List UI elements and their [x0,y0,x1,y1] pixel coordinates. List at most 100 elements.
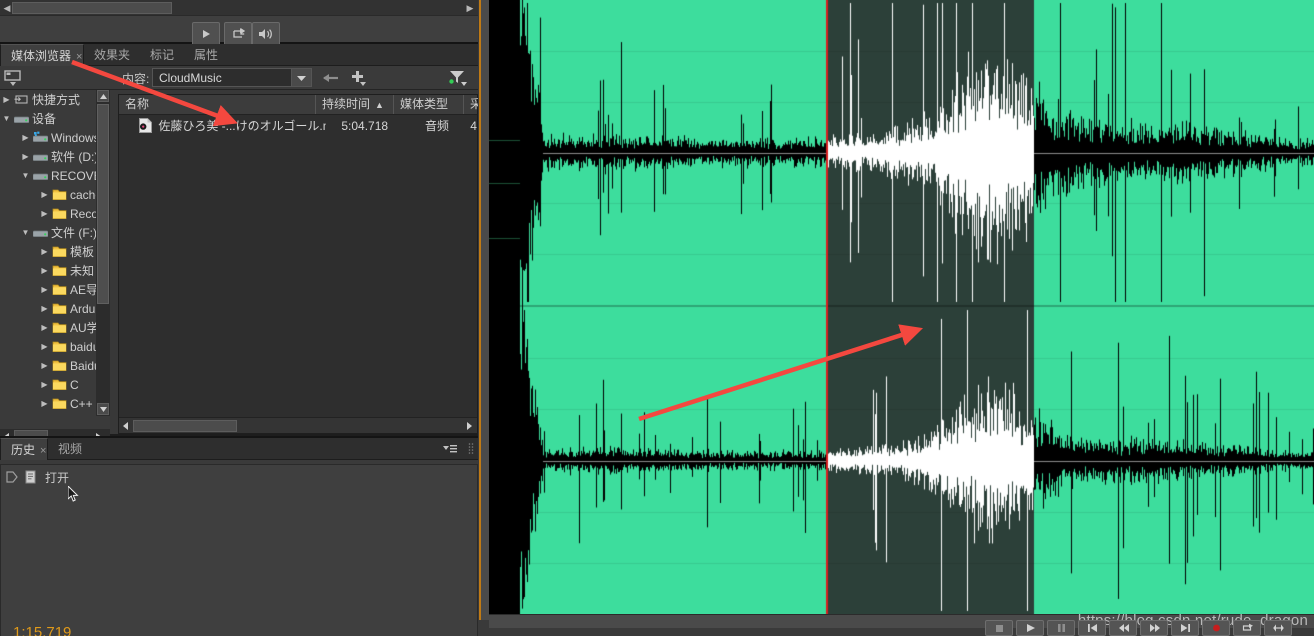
tab-0[interactable]: 媒体浏览器 × [0,44,84,66]
twisty-collapsed-icon[interactable]: ▶ [38,394,51,413]
view-mode-icon[interactable] [4,69,26,87]
table-row[interactable]: 佐藤ひろ美 -...けのオルゴール.mp3 5:04.718 音频 4 [119,116,477,135]
waveform-canvas[interactable] [489,0,1314,614]
history-state-icon [3,471,21,483]
file-list-horizontal-scrollbar[interactable] [119,417,477,433]
tree-item-10[interactable]: ▶ AE导 [0,280,110,299]
loop-button[interactable] [224,22,252,46]
tree-scroll-down-arrow[interactable] [97,403,109,415]
twisty-collapsed-icon[interactable]: ▶ [0,90,13,109]
add-shortcut-icon[interactable] [350,69,368,87]
close-icon[interactable]: × [40,445,46,457]
tab-label-3: 属性 [194,48,219,62]
twisty-collapsed-icon[interactable]: ▶ [38,242,51,261]
column-header-0[interactable]: 名称 [119,95,315,114]
waveform-display[interactable] [489,0,1314,614]
tree-item-0[interactable]: ▶ 快捷方式 [0,90,110,109]
tab-3[interactable]: 属性 [184,44,228,66]
tree-item-label: 软件 (D:) [51,150,99,164]
column-header-2[interactable]: 媒体类型 [393,95,463,114]
tree-item-3[interactable]: ▶ 软件 (D:) [0,147,110,166]
play-button[interactable] [1016,620,1044,636]
tree-scrollbar-thumb[interactable] [97,104,109,304]
tree-scroll-up-arrow[interactable] [97,90,109,102]
tree-item-label: 模板 [70,245,95,259]
play-button[interactable] [192,22,220,46]
tree-item-11[interactable]: ▶ Ardu [0,299,110,318]
list-scroll-left-arrow[interactable] [119,419,132,432]
twisty-expanded-icon[interactable]: ▼ [19,166,32,185]
folder-icon [52,265,66,276]
scrollbar-thumb[interactable] [12,2,172,14]
twisty-collapsed-icon[interactable]: ▶ [38,375,51,394]
twisty-expanded-icon[interactable]: ▼ [19,223,32,242]
list-item[interactable]: 打开 [1,465,477,489]
twisty-collapsed-icon[interactable]: ▶ [38,299,51,318]
loop-playback-button[interactable] [1233,620,1261,636]
folder-icon [51,356,67,375]
tree-vertical-scrollbar[interactable] [96,90,110,416]
contents-dropdown[interactable]: CloudMusic [152,68,312,87]
upper-panel-horizontal-scrollbar[interactable]: ◀ ▶ [0,0,478,16]
twisty-collapsed-icon[interactable]: ▶ [19,128,32,147]
twisty-collapsed-icon[interactable]: ▶ [19,147,32,166]
tree-item-label: 快捷方式 [32,93,81,107]
tree-item-12[interactable]: ▶ AU学 [0,318,110,337]
tree-item-label: C [70,377,79,392]
filter-icon[interactable] [448,69,468,87]
tab-1[interactable]: 效果夹 [84,44,140,66]
tree-item-5[interactable]: ▶ cache [0,185,110,204]
tree-item-13[interactable]: ▶ baidu [0,337,110,356]
tab-2[interactable]: 标记 [140,44,184,66]
twisty-collapsed-icon[interactable]: ▶ [38,318,51,337]
history-tab-1[interactable]: 视频 [48,438,92,460]
tree-item-4[interactable]: ▼RECOVERY (E:) [0,166,110,185]
twisty-collapsed-icon[interactable]: ▶ [38,337,51,356]
pause-button[interactable] [1047,620,1075,636]
file-sample-rate: 4 [470,118,477,133]
skip-selection-button[interactable] [1264,620,1292,636]
list-scrollbar-thumb[interactable] [133,420,237,432]
tree-item-1[interactable]: ▼ 设备 [0,109,110,128]
twisty-collapsed-icon[interactable]: ▶ [38,261,51,280]
scroll-right-arrow[interactable]: ▶ [464,2,476,14]
back-arrow-icon[interactable] [322,70,342,86]
history-list[interactable]: 打开 [0,464,478,636]
drive-icon [32,154,48,161]
folder-tree[interactable]: ▶快捷方式▼设备▶Windows (C:)▶软件 (D:)▼RECOVERY (… [0,90,110,434]
history-tab-0[interactable]: 历史 × [0,438,48,460]
history-panel-drag-grip[interactable] [468,442,474,456]
history-panel-menu-icon[interactable] [442,442,458,456]
fast-forward-button[interactable] [1140,620,1168,636]
twisty-collapsed-icon[interactable]: ▶ [38,356,51,375]
tree-item-7[interactable]: ▼ 文件 (F:) [0,223,110,242]
rewind-button[interactable] [1109,620,1137,636]
tab-label-0: 媒体浏览器 [11,49,72,63]
twisty-collapsed-icon[interactable]: ▶ [38,204,51,223]
twisty-expanded-icon[interactable]: ▼ [0,109,13,128]
stop-button[interactable] [985,620,1013,636]
move-playhead-to-next-button[interactable] [1171,620,1199,636]
folder-icon [52,360,66,371]
tree-item-8[interactable]: ▶ 模板 [0,242,110,261]
contents-label: 内容: [122,72,150,86]
record-button[interactable] [1202,620,1230,636]
tree-item-14[interactable]: ▶ Baidu [0,356,110,375]
tree-item-2[interactable]: ▶Windows (C:) [0,128,110,147]
tree-item-16[interactable]: ▶ C++ [0,394,110,413]
folder-icon [51,394,67,413]
twisty-collapsed-icon[interactable]: ▶ [38,185,51,204]
drive-icon [13,116,29,123]
tree-item-9[interactable]: ▶ 未知 [0,261,110,280]
tree-item-15[interactable]: ▶ C [0,375,110,394]
move-playhead-to-previous-button[interactable] [1078,620,1106,636]
twisty-collapsed-icon[interactable]: ▶ [38,280,51,299]
folder-icon [52,398,66,409]
list-scroll-right-arrow[interactable] [463,419,476,432]
media-file-list[interactable]: 名称持续时间▲媒体类型采 佐藤ひろ美 -...けのオルゴール.mp35:04.7… [118,94,482,434]
chevron-down-icon[interactable] [291,69,311,86]
volume-button[interactable] [252,22,280,46]
column-header-1[interactable]: 持续时间 ▲ [315,95,393,114]
tree-item-6[interactable]: ▶Recovery [0,204,110,223]
close-icon[interactable]: × [76,51,82,63]
